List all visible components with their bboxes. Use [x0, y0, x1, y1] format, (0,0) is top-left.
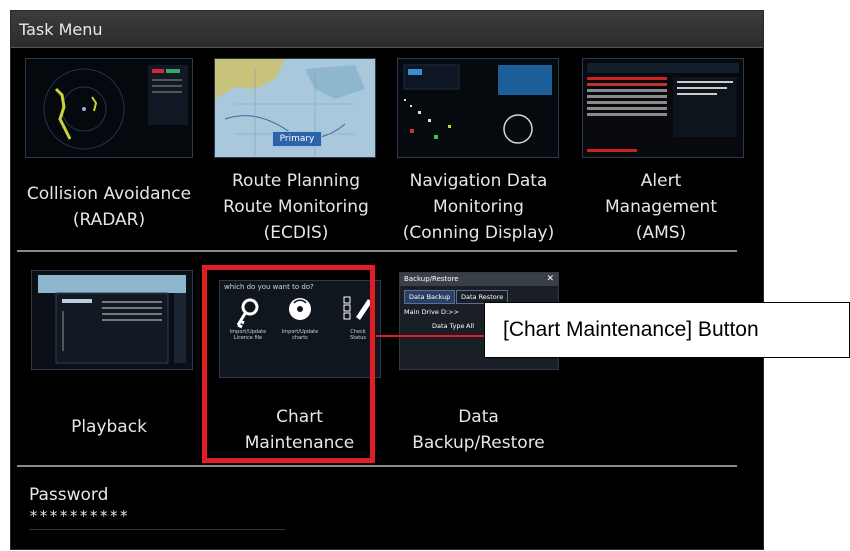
password-field[interactable]: **********: [29, 507, 285, 530]
title-bar: Task Menu: [11, 11, 763, 48]
tile-route-planning[interactable]: Primary Route Planning Route Monitoring …: [206, 56, 386, 246]
data-type-value: All: [466, 322, 475, 330]
task-menu-window: Task Menu Collision Avoidance (RADAR) Pr…: [10, 10, 764, 550]
close-icon: ✕: [546, 274, 554, 284]
tile-collision-avoidance[interactable]: Collision Avoidance (RADAR): [19, 56, 199, 246]
cm-caption-status: Check Status: [350, 329, 366, 341]
divider: [17, 250, 737, 252]
checklist-icon: [343, 296, 372, 320]
tile-playback[interactable]: Playback: [19, 266, 199, 466]
callout-text: [Chart Maintenance] Button: [503, 318, 759, 341]
divider: [17, 465, 737, 467]
playback-screen-icon: [32, 271, 192, 369]
radar-thumbnail: [25, 58, 193, 158]
password-label: Password: [29, 485, 109, 505]
tile-label: Collision Avoidance (RADAR): [26, 184, 192, 230]
window-title: Task Menu: [19, 20, 103, 39]
cm-caption-licence: Import/Update Licence file: [229, 329, 267, 341]
alert-list-icon: [583, 59, 743, 157]
ecdis-thumbnail: Primary: [214, 58, 376, 158]
tile-label: Alert Management (AMS): [605, 171, 717, 243]
callout-leader-line: [376, 335, 484, 337]
tab-data-backup: Data Backup: [404, 290, 456, 304]
primary-badge: Primary: [272, 131, 322, 147]
ams-thumbnail: [582, 58, 744, 158]
data-type-label: Data Type: [432, 322, 465, 330]
tile-data-backup-restore[interactable]: Backup/Restore ✕ Data Backup Data Restor…: [391, 266, 566, 466]
conning-display-icon: [398, 59, 558, 157]
radar-screen-icon: [26, 59, 192, 157]
tile-chart-maintenance[interactable]: which do you want to do? Import/Update L…: [213, 276, 386, 474]
tile-label: Playback: [71, 417, 147, 437]
main-drive-label: Main Drive D:>>: [404, 308, 460, 316]
key-icon: [236, 298, 259, 329]
callout-box: [Chart Maintenance] Button: [484, 302, 850, 358]
playback-thumbnail: [31, 270, 193, 370]
tile-label: Chart Maintenance: [244, 407, 355, 453]
tile-label: Data Backup/Restore: [412, 407, 545, 453]
tile-label: Route Planning Route Monitoring (ECDIS): [223, 171, 369, 243]
tile-label: Navigation Data Monitoring (Conning Disp…: [402, 171, 555, 243]
tile-alert-management[interactable]: Alert Management (AMS): [576, 56, 746, 246]
disc-icon: [289, 298, 311, 320]
cm-caption-charts: Import/Update charts: [281, 329, 319, 341]
chart-maintenance-thumbnail: which do you want to do? Import/Update L…: [219, 280, 381, 378]
backup-dialog-title: Backup/Restore: [400, 273, 558, 286]
conning-thumbnail: [397, 58, 559, 158]
tile-navigation-data[interactable]: Navigation Data Monitoring (Conning Disp…: [391, 56, 566, 246]
